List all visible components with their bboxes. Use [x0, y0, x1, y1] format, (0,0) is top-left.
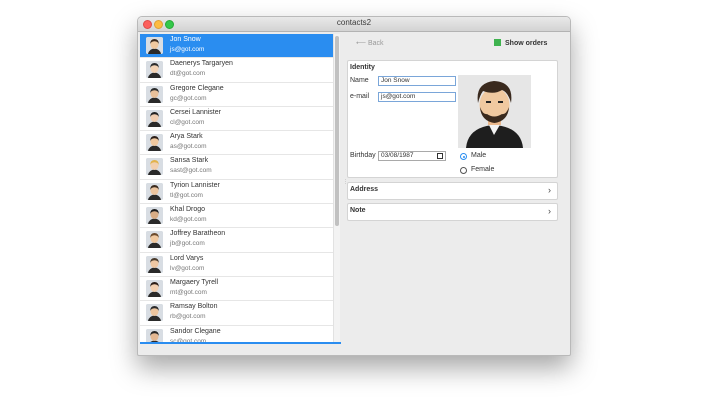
- contact-email: cl@got.com: [170, 118, 205, 126]
- contact-list-item[interactable]: Gregore Clegane gc@got.com: [140, 82, 334, 107]
- identity-panel: Identity Name Jon Snow e-mail js@got.com…: [347, 60, 558, 178]
- contact-list-item[interactable]: Cersei Lannister cl@got.com: [140, 106, 334, 132]
- contact-name: Gregore Clegane: [170, 84, 224, 92]
- address-title: Address: [350, 186, 379, 193]
- contact-name: Margaery Tyrell: [170, 278, 219, 286]
- contact-name: Cersei Lannister: [170, 108, 221, 116]
- avatar: [146, 109, 163, 127]
- email-label: e-mail: [350, 93, 370, 100]
- avatar: [146, 328, 163, 342]
- contact-email: lv@got.com: [170, 264, 205, 272]
- contact-email: rb@got.com: [170, 313, 206, 321]
- chevron-right-icon: ›: [548, 185, 551, 195]
- contact-list-item[interactable]: Joffrey Baratheon jb@got.com: [140, 228, 334, 253]
- contact-list-item[interactable]: Daenerys Targaryen dt@got.com: [140, 58, 334, 83]
- email-field[interactable]: js@got.com: [378, 92, 456, 102]
- chevron-right-icon: ›: [548, 206, 551, 216]
- name-label: Name: [350, 77, 369, 84]
- contact-list[interactable]: Jon Snow js@got.com Daenerys Targaryen dt@g…: [140, 34, 335, 342]
- contact-name: Ramsay Bolton: [170, 303, 218, 311]
- birthday-field[interactable]: 03/08/1987: [378, 151, 446, 161]
- calendar-icon[interactable]: [437, 153, 443, 159]
- contact-name: Daenerys Targaryen: [170, 60, 233, 68]
- contact-name: Tyrion Lannister: [170, 181, 220, 189]
- contact-email: js@got.com: [170, 46, 205, 53]
- identity-title: Identity: [350, 64, 375, 71]
- contact-name: Sandor Clegane: [170, 327, 221, 335]
- contact-name: Joffrey Baratheon: [170, 230, 226, 238]
- contact-name: Jon Snow: [170, 36, 201, 43]
- contact-list-item[interactable]: Khal Drogo kd@got.com: [140, 204, 334, 229]
- contact-list-item[interactable]: Sansa Stark sast@got.com: [140, 155, 334, 180]
- contact-list-item[interactable]: Sandor Clegane sc@got.com: [140, 325, 334, 342]
- avatar: [146, 279, 163, 297]
- contact-email: as@got.com: [170, 143, 207, 151]
- contact-name: Khal Drogo: [170, 206, 206, 214]
- name-field[interactable]: Jon Snow: [378, 76, 456, 86]
- contact-email: kd@got.com: [170, 216, 207, 224]
- avatar: [146, 207, 163, 225]
- gender-female-radio[interactable]: [460, 167, 467, 174]
- back-label: Back: [368, 40, 384, 47]
- contact-email: sast@got.com: [170, 167, 212, 175]
- contact-list-item[interactable]: Ramsay Bolton rb@got.com: [140, 301, 334, 326]
- contact-list-item[interactable]: Arya Stark as@got.com: [140, 131, 334, 156]
- avatar: [146, 85, 163, 103]
- contact-list-item[interactable]: Tyrion Lannister tl@got.com: [140, 179, 334, 205]
- gender-female-label: Female: [471, 166, 495, 173]
- avatar: [146, 304, 163, 322]
- contact-email: dt@got.com: [170, 70, 206, 78]
- show-orders-button[interactable]: Show orders: [494, 39, 547, 47]
- app-window: contacts2 Jon Snow js@got.com Daenerys Tar…: [137, 16, 571, 356]
- contact-email: mt@got.com: [170, 288, 207, 296]
- avatar: [146, 255, 163, 273]
- list-focus-bar: [140, 342, 341, 344]
- contact-name: Arya Stark: [170, 133, 203, 141]
- avatar: [146, 134, 163, 152]
- contact-name: Lord Varys: [170, 254, 204, 262]
- contact-list-item[interactable]: Jon Snow js@got.com: [140, 34, 334, 59]
- contact-email: tl@got.com: [170, 191, 203, 199]
- title-bar: contacts2: [138, 17, 570, 32]
- green-square-icon: [494, 39, 501, 46]
- avatar: [146, 182, 163, 200]
- contact-name: Sansa Stark: [170, 157, 209, 165]
- contact-email: jb@got.com: [170, 240, 205, 248]
- avatar: [146, 231, 163, 249]
- birthday-label: Birthday: [350, 152, 376, 159]
- contact-list-item[interactable]: Lord Varys lv@got.com: [140, 252, 334, 277]
- back-button[interactable]: ⟵ Back: [356, 39, 384, 47]
- note-title: Note: [350, 207, 366, 214]
- gender-male-label: Male: [471, 152, 487, 159]
- avatar: [146, 158, 163, 176]
- contact-photo: [458, 75, 531, 148]
- arrow-left-icon: ⟵: [356, 40, 367, 47]
- birthday-value: 03/08/1987: [381, 152, 414, 159]
- contact-list-item[interactable]: Margaery Tyrell mt@got.com: [140, 276, 334, 302]
- avatar: [146, 37, 163, 54]
- window-title: contacts2: [336, 18, 372, 27]
- avatar: [146, 61, 163, 79]
- show-orders-label: Show orders: [505, 40, 548, 47]
- note-section[interactable]: Note ›: [347, 203, 558, 221]
- gender-male-radio[interactable]: [460, 153, 467, 160]
- contact-list-scrollbar[interactable]: [333, 34, 340, 342]
- contact-email: gc@got.com: [170, 94, 207, 102]
- scrollbar-thumb[interactable]: [335, 36, 339, 226]
- address-section[interactable]: Address ›: [347, 182, 558, 200]
